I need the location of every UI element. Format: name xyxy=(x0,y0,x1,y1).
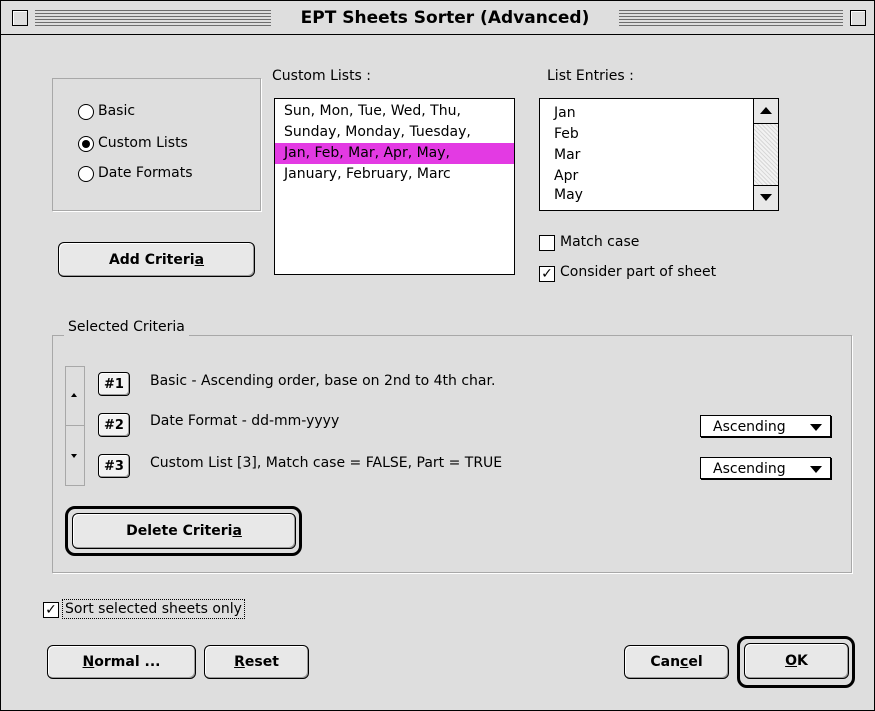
title-bar[interactable]: EPT Sheets Sorter (Advanced) xyxy=(1,1,874,35)
add-criteria-label: Add Criteria xyxy=(108,251,205,268)
criteria-3-text: Custom List [3], Match case = FALSE, Par… xyxy=(150,455,503,471)
close-box-icon[interactable] xyxy=(12,10,28,26)
radio-basic[interactable] xyxy=(78,104,94,120)
cancel-button[interactable]: Cancel xyxy=(624,645,729,679)
cancel-button-label: Cancel xyxy=(650,654,703,670)
normal-button[interactable]: Normal ... xyxy=(47,645,196,679)
scroll-up-arrow-icon[interactable] xyxy=(754,99,778,124)
sort-selected-only-checkbox[interactable]: ✓ xyxy=(43,602,59,618)
reset-button[interactable]: Reset xyxy=(204,645,309,679)
list-entries-scrollbar[interactable] xyxy=(753,99,778,210)
radio-custom-lists-label[interactable]: Custom Lists xyxy=(98,134,188,152)
list-item-selected[interactable]: Jan, Feb, Mar, Apr, May, xyxy=(275,143,514,164)
consider-part-checkbox[interactable]: ✓ xyxy=(539,266,555,282)
title-stripes-left xyxy=(35,10,271,26)
selected-criteria-label: Selected Criteria xyxy=(64,318,189,336)
scroll-track[interactable] xyxy=(754,124,778,185)
chevron-down-icon xyxy=(810,424,822,431)
criteria-2-order-popup[interactable]: Ascending xyxy=(700,415,831,437)
delete-criteria-label: Delete Criteria xyxy=(126,523,242,539)
list-item[interactable]: Feb xyxy=(540,124,778,145)
criteria-scrollbar[interactable] xyxy=(65,366,85,486)
custom-lists-listbox[interactable]: Sun, Mon, Tue, Wed, Thu, Sunday, Monday,… xyxy=(274,98,515,275)
match-case-checkbox[interactable] xyxy=(539,235,555,251)
list-item[interactable]: Mar xyxy=(540,145,778,166)
delete-criteria-button[interactable]: Delete Criteria xyxy=(72,513,296,549)
window-title: EPT Sheets Sorter (Advanced) xyxy=(278,6,612,30)
add-criteria-button[interactable]: Add Criteria xyxy=(58,242,255,277)
ok-button-label: OK xyxy=(785,653,808,669)
list-item[interactable]: Jan xyxy=(540,103,778,124)
radio-custom-lists[interactable] xyxy=(78,136,94,152)
criteria-2-text: Date Format - dd-mm-yyyy xyxy=(150,413,340,429)
list-item[interactable]: January, February, Marc xyxy=(275,164,514,185)
criteria-3-order-popup[interactable]: Ascending xyxy=(700,457,831,479)
dialog-window: EPT Sheets Sorter (Advanced) Basic Custo… xyxy=(0,0,875,711)
consider-part-label[interactable]: Consider part of sheet xyxy=(560,263,716,281)
list-entries-label: List Entries : xyxy=(547,68,634,84)
list-item[interactable]: Apr xyxy=(540,166,778,187)
criteria-3-button[interactable]: #3 xyxy=(98,454,130,478)
reset-button-label: Reset xyxy=(234,654,279,670)
title-stripes-right xyxy=(619,10,843,26)
normal-button-label: Normal ... xyxy=(82,654,161,670)
criteria-1-button[interactable]: #1 xyxy=(98,372,130,396)
list-item[interactable]: Sunday, Monday, Tuesday, xyxy=(275,122,514,143)
sort-selected-only-label[interactable]: Sort selected sheets only xyxy=(62,599,245,619)
radio-date-formats[interactable] xyxy=(78,166,94,182)
criteria-scroll-up-icon[interactable] xyxy=(71,393,77,397)
radio-basic-label[interactable]: Basic xyxy=(98,102,135,120)
list-item[interactable]: Sun, Mon, Tue, Wed, Thu, xyxy=(275,101,514,122)
match-case-label[interactable]: Match case xyxy=(560,233,639,251)
custom-lists-label: Custom Lists : xyxy=(272,68,372,84)
chevron-down-icon xyxy=(810,466,822,473)
criteria-scroll-down-icon[interactable] xyxy=(71,454,77,458)
criteria-1-text: Basic - Ascending order, base on 2nd to … xyxy=(150,373,496,389)
criteria-2-button[interactable]: #2 xyxy=(98,413,130,437)
scroll-down-arrow-icon[interactable] xyxy=(754,185,778,210)
list-entries-listbox[interactable]: Jan Feb Mar Apr May xyxy=(539,98,779,211)
zoom-box-icon[interactable] xyxy=(850,10,866,26)
list-item[interactable]: May xyxy=(540,187,778,204)
ok-button[interactable]: OK xyxy=(744,643,849,679)
radio-date-formats-label[interactable]: Date Formats xyxy=(98,164,193,182)
